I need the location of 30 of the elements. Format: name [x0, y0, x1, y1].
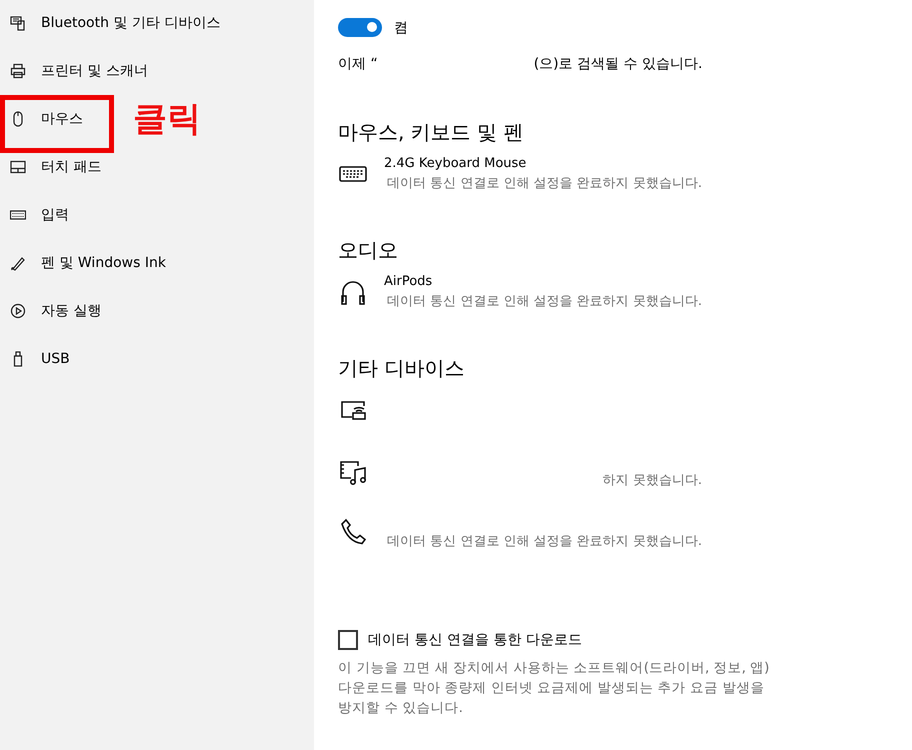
- description-text: 이 기능을 끄면 새 장치에서 사용하는 소프트웨어(드라이버, 정보, 앱) 다운로드를 막아 종량제 인터넷 요금제에 발생되는 추가 요금 발생을 방지할 수 있습니다.: [338, 659, 770, 718]
- discoverable-text: (으)로 검색될 수 있습니다.: [534, 55, 702, 74]
- device-status: 하지 못했습니다.: [602, 472, 702, 490]
- printer-icon: [10, 63, 26, 79]
- sidebar-item[interactable]: 펜 및 Windows Ink: [0, 239, 174, 287]
- device-status: 데이터 통신 연결로 인해 설정을 완료하지 못했습니다.: [386, 175, 702, 193]
- section-heading: 기타 디바이스: [338, 355, 466, 382]
- sidebar-item[interactable]: Bluetooth 및 기타 디바이스: [0, 0, 228, 47]
- sidebar-item[interactable]: 자동 실행: [0, 287, 110, 335]
- sidebar-item[interactable]: 입력: [0, 191, 77, 239]
- section-heading: 오디오: [338, 237, 399, 264]
- discoverable-text: 이제 “: [338, 55, 378, 74]
- checkbox-label: 데이터 통신 연결을 통한 다운로드: [368, 631, 582, 649]
- bluetooth-toggle[interactable]: [338, 18, 382, 37]
- touchpad-icon: [10, 159, 26, 175]
- toggle-state-label: 켬: [394, 18, 408, 36]
- phone-icon: [338, 517, 368, 547]
- device-status: 데이터 통신 연결로 인해 설정을 완료하지 못했습니다.: [386, 533, 702, 551]
- play-icon: [10, 303, 26, 319]
- sidebar-item[interactable]: 프린터 및 스캐너: [0, 47, 156, 95]
- annotation-label: 클릭: [133, 102, 201, 136]
- device-status: 데이터 통신 연결로 인해 설정을 완료하지 못했습니다.: [386, 293, 702, 311]
- pen-icon: [10, 255, 26, 271]
- sidebar-item[interactable]: USB: [0, 335, 78, 383]
- sidebar-item[interactable]: 터치 패드: [0, 143, 110, 191]
- sidebar-item[interactable]: 마우스: [0, 95, 91, 143]
- checkbox[interactable]: [338, 630, 358, 650]
- device-name[interactable]: 2.4G Keyboard Mouse: [384, 154, 702, 174]
- device-name[interactable]: AirPods: [384, 272, 702, 292]
- section-heading: 마우스, 키보드 및 펜: [338, 119, 524, 146]
